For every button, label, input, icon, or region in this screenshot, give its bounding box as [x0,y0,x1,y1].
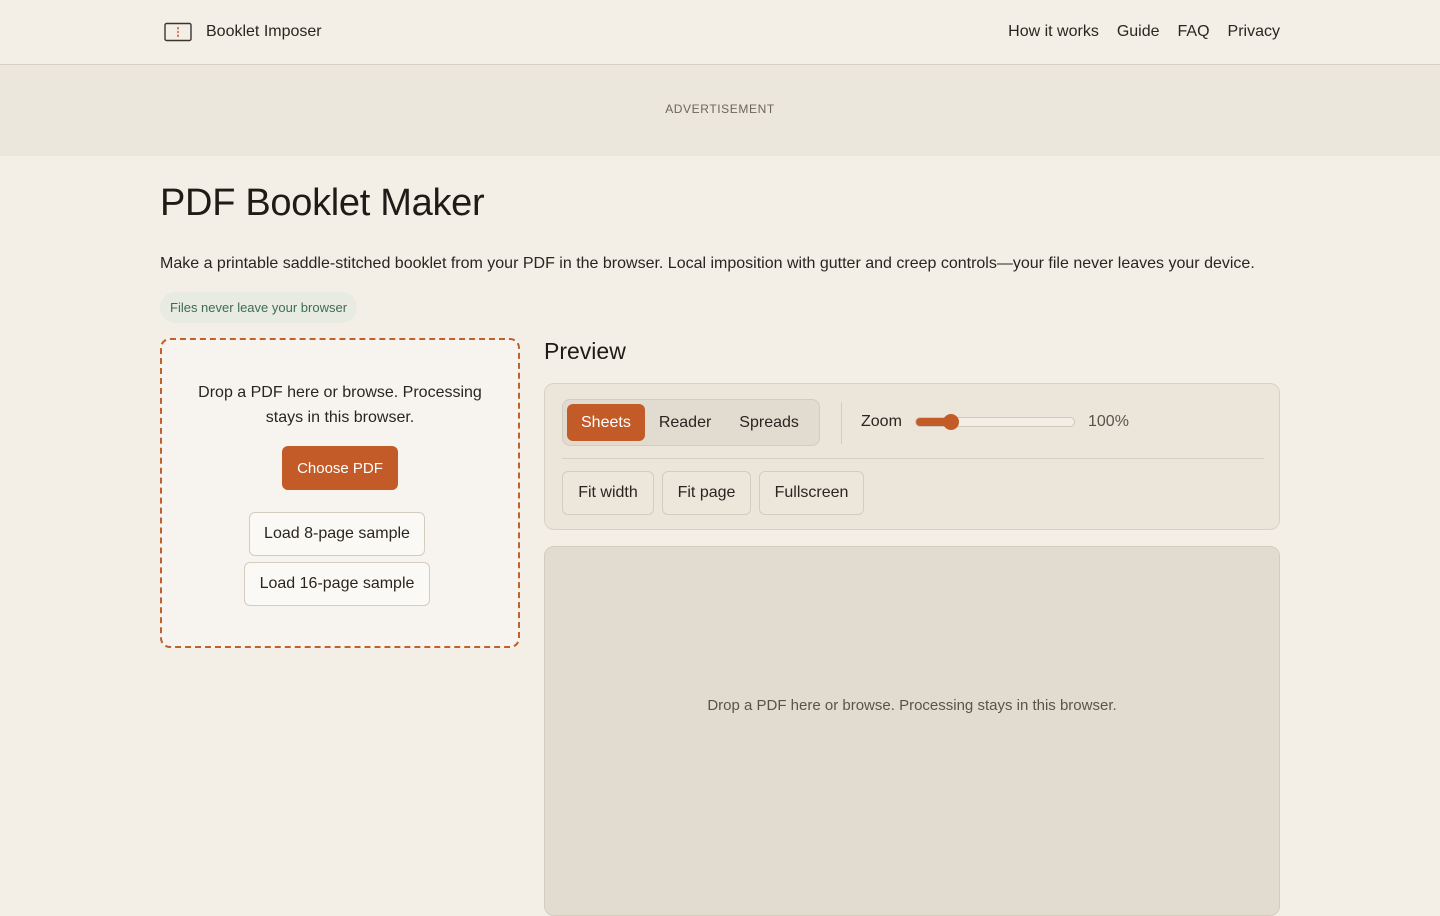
page-title: PDF Booklet Maker [160,182,485,224]
mode-spreads-button[interactable]: Spreads [725,404,813,441]
fit-width-button[interactable]: Fit width [562,471,654,515]
mode-reader-button[interactable]: Reader [645,404,725,441]
zoom-slider-thumb[interactable] [942,414,959,430]
fit-page-button[interactable]: Fit page [662,471,751,515]
site-header: Booklet Imposer How it works Guide FAQ P… [0,0,1440,65]
pdf-drop-zone[interactable]: Drop a PDF here or browse. Processing st… [160,338,520,648]
preview-controls: Sheets Reader Spreads Zoom 100% Fit widt… [544,383,1280,530]
privacy-badge: Files never leave your browser [160,292,358,323]
ad-label: ADVERTISEMENT [665,101,775,116]
view-mode-toggle: Sheets Reader Spreads [562,399,820,446]
nav-guide[interactable]: Guide [1117,23,1160,41]
choose-pdf-button[interactable]: Choose PDF [282,446,398,490]
nav-faq[interactable]: FAQ [1178,23,1210,41]
page-description: Make a printable saddle-stitched booklet… [160,255,1255,272]
zoom-label: Zoom [861,413,902,430]
booklet-icon [164,22,192,42]
controls-separator [841,402,842,444]
ad-banner: ADVERTISEMENT [0,65,1440,156]
preview-heading: Preview [544,338,626,364]
zoom-value: 100% [1088,413,1129,430]
brand-link[interactable]: Booklet Imposer [164,20,322,44]
load-16-page-sample-button[interactable]: Load 16-page sample [244,562,430,606]
preview-canvas[interactable]: Drop a PDF here or browse. Processing st… [544,546,1280,916]
fullscreen-button[interactable]: Fullscreen [759,471,864,515]
drop-zone-text: Drop a PDF here or browse. Processing st… [198,384,482,426]
main-nav: How it works Guide FAQ Privacy [990,20,1280,44]
mode-sheets-button[interactable]: Sheets [567,404,645,441]
brand-name: Booklet Imposer [206,23,322,40]
controls-divider [562,458,1264,459]
load-8-page-sample-button[interactable]: Load 8-page sample [249,512,425,556]
zoom-slider[interactable] [915,414,1075,430]
nav-privacy[interactable]: Privacy [1228,23,1280,41]
preview-empty-message: Drop a PDF here or browse. Processing st… [707,697,1117,714]
nav-how-it-works[interactable]: How it works [1008,23,1099,41]
